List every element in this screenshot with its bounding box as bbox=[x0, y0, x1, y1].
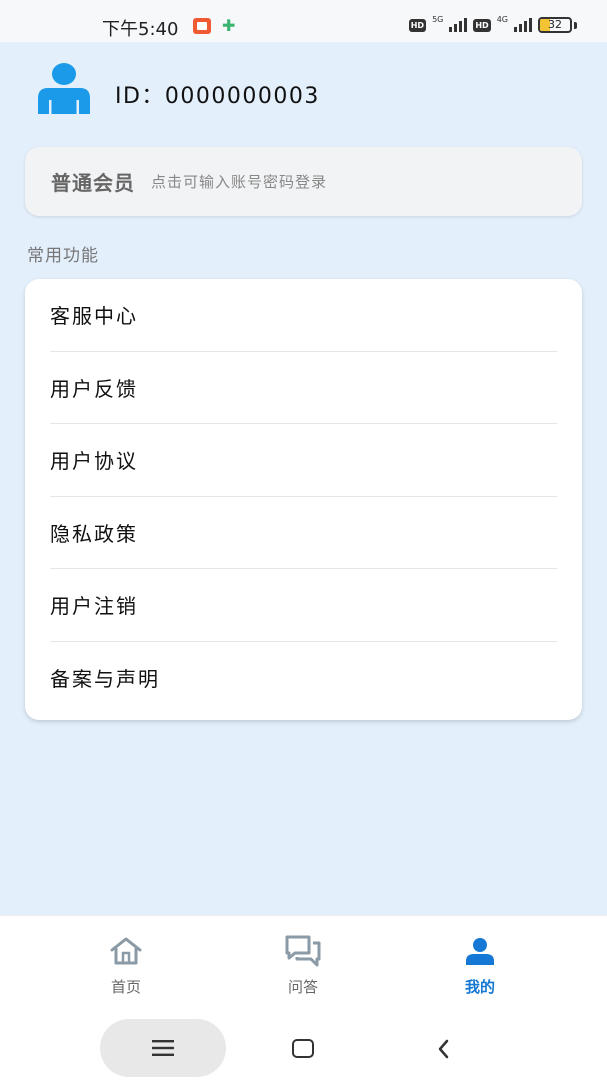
status-indicators: HD 5G HD 4G 32 bbox=[408, 14, 577, 33]
status-bar: 下午5:40 ✚ HD 5G HD 4G 32 bbox=[0, 0, 607, 42]
hamburger-icon[interactable] bbox=[100, 1019, 226, 1077]
screen: 下午5:40 ✚ HD 5G HD 4G 32 ID：0000000003 普通… bbox=[0, 0, 607, 1080]
menu-item-user-agreement[interactable]: 用户协议 bbox=[50, 424, 557, 497]
chat-icon bbox=[263, 934, 343, 968]
user-avatar-icon[interactable] bbox=[36, 62, 92, 114]
section-title: 常用功能 bbox=[27, 246, 99, 266]
tab-mine[interactable]: 我的 bbox=[440, 934, 520, 997]
hd-badge: HD bbox=[408, 18, 427, 32]
bottom-tab-bar: 首页 问答 我的 bbox=[0, 915, 607, 1013]
notification-puzzle-icon: ✚ bbox=[222, 16, 236, 35]
battery-icon: 32 bbox=[538, 17, 572, 33]
network-type-label-2: 4G bbox=[496, 14, 508, 24]
hd-badge-2: HD bbox=[473, 18, 491, 32]
tab-home[interactable]: 首页 bbox=[86, 934, 166, 997]
member-login-card[interactable]: 普通会员 点击可输入账号密码登录 bbox=[25, 147, 582, 216]
signal-strength-icon bbox=[449, 18, 468, 32]
square-home-icon[interactable] bbox=[292, 1039, 314, 1058]
battery-tip bbox=[574, 21, 577, 29]
signal-strength-icon-2 bbox=[514, 18, 532, 32]
battery-level-label: 32 bbox=[548, 18, 562, 31]
menu-item-account-deletion[interactable]: 用户注销 bbox=[50, 569, 557, 642]
tab-qa-label: 问答 bbox=[287, 978, 318, 996]
system-navigation-bar bbox=[0, 1013, 607, 1080]
tab-qa[interactable]: 问答 bbox=[263, 934, 343, 997]
status-time: 下午5:40 bbox=[102, 19, 179, 40]
menu-item-customer-service[interactable]: 客服中心 bbox=[50, 279, 557, 352]
tab-mine-label: 我的 bbox=[464, 978, 495, 996]
home-icon bbox=[86, 934, 166, 968]
notification-app-icon bbox=[193, 18, 211, 34]
function-menu: 客服中心 用户反馈 用户协议 隐私政策 用户注销 备案与声明 bbox=[25, 279, 582, 720]
menu-item-privacy-policy[interactable]: 隐私政策 bbox=[50, 497, 557, 569]
tab-home-label: 首页 bbox=[110, 978, 141, 996]
member-level: 普通会员 bbox=[51, 171, 135, 195]
back-chevron-icon[interactable] bbox=[434, 1037, 454, 1061]
menu-item-filing-statement[interactable]: 备案与声明 bbox=[50, 642, 557, 715]
person-icon bbox=[440, 934, 520, 968]
menu-item-feedback[interactable]: 用户反馈 bbox=[50, 352, 557, 424]
user-id: ID：0000000003 bbox=[115, 84, 320, 109]
login-hint: 点击可输入账号密码登录 bbox=[151, 173, 328, 191]
network-type-label: 5G bbox=[432, 14, 444, 24]
